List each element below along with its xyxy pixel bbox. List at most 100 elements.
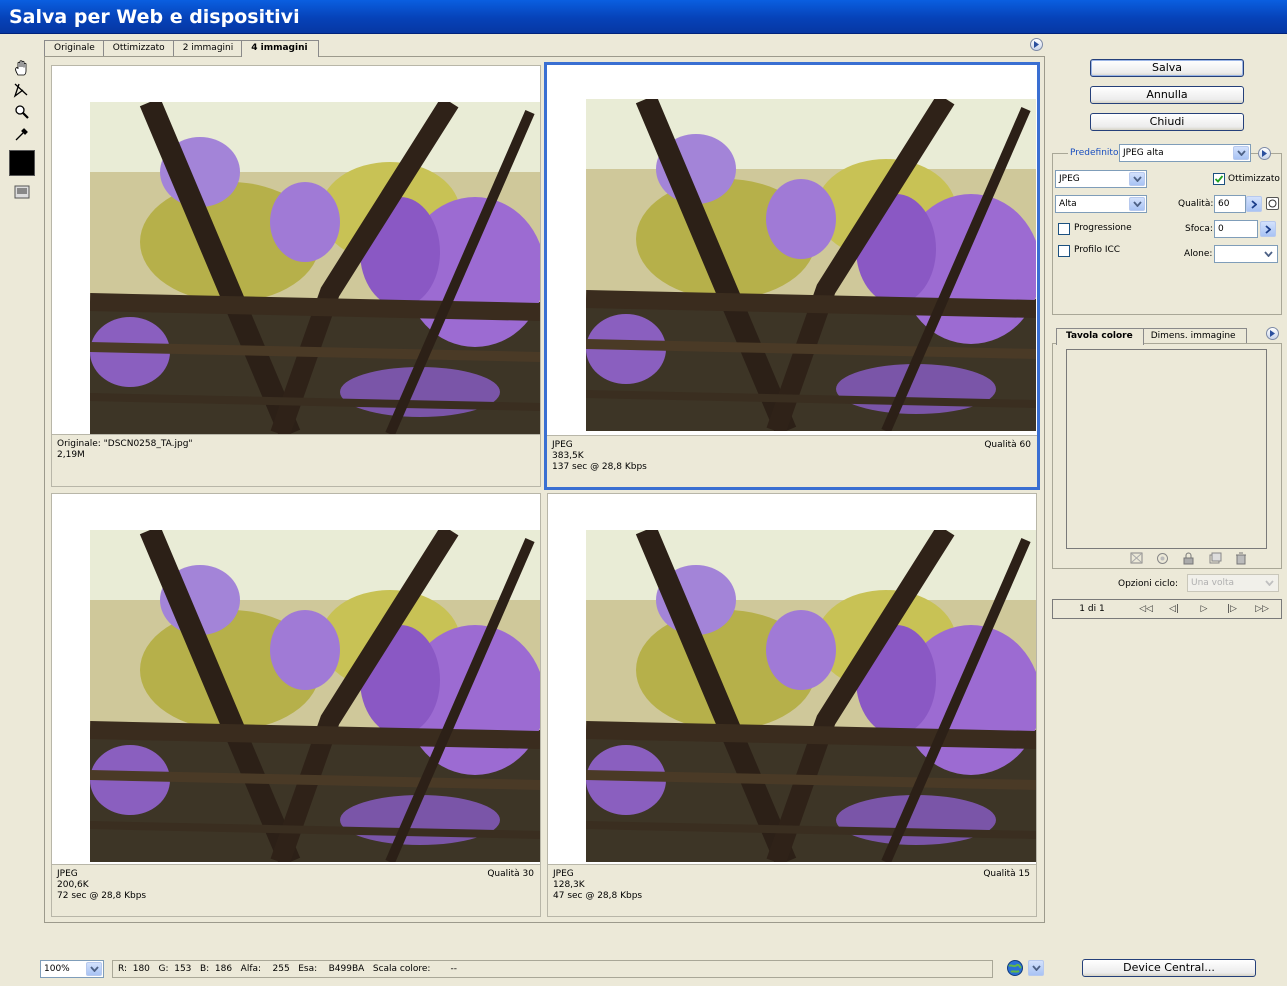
pane-format: JPEG (57, 869, 78, 879)
play-icon[interactable]: ▷ (1193, 602, 1215, 616)
frame-counter: 1 di 1 (1079, 604, 1105, 614)
wisteria-photo (586, 99, 1036, 431)
zoom-select[interactable]: 100% (40, 960, 104, 978)
wisteria-photo (90, 102, 540, 434)
close-button[interactable]: Chiudi (1090, 113, 1244, 131)
slice-select-tool-icon[interactable] (10, 80, 34, 100)
pane-download-time: 47 sec @ 28,8 Kbps (553, 891, 643, 901)
pane-download-time: 72 sec @ 28,8 Kbps (57, 891, 147, 901)
color-readout: R: 180 G: 153 B: 186 Alfa: 255 Esa: B499… (112, 960, 993, 978)
device-central-button[interactable]: Device Central... (1082, 959, 1256, 977)
preview-in-browser-icon[interactable] (1006, 959, 1024, 977)
checkmark-icon (1214, 175, 1224, 183)
previous-frame-icon[interactable]: ◁| (1163, 602, 1185, 616)
last-frame-icon[interactable]: ▷▷ (1251, 602, 1273, 616)
blur-input[interactable]: 0 (1214, 220, 1258, 238)
progressive-label: Progressione (1074, 223, 1132, 233)
new-color-icon[interactable] (1208, 552, 1222, 565)
blur-slider-arrow-icon[interactable] (1260, 221, 1276, 237)
quality-input[interactable]: 60 (1214, 195, 1246, 213)
loop-options-select: Una volta (1187, 574, 1279, 592)
pane-file-size: 128,3K (553, 880, 585, 890)
pane-info: Originale: "DSCN0258_TA.jpg" 2,19M (52, 434, 540, 486)
window-title: Salva per Web e dispositivi (9, 6, 300, 28)
color-table-toolbar (1130, 552, 1270, 566)
chevron-down-icon (1260, 247, 1276, 261)
first-frame-icon[interactable]: ◁◁ (1135, 602, 1157, 616)
pane-info: JPEG 200,6K 72 sec @ 28,8 Kbps Qualità 3… (52, 864, 540, 916)
eyedropper-color-swatch[interactable] (9, 150, 35, 176)
preview-pane-original[interactable]: Originale: "DSCN0258_TA.jpg" 2,19M (51, 65, 541, 487)
toggle-slices-icon[interactable] (10, 182, 34, 202)
tab-color-table[interactable]: Tavola colore (1056, 328, 1144, 345)
pane-info: JPEG 383,5K 137 sec @ 28,8 Kbps Qualità … (547, 435, 1037, 487)
tab-original[interactable]: Originale (44, 40, 106, 56)
tab-image-size[interactable]: Dimens. immagine (1140, 328, 1247, 344)
chevron-down-icon (1233, 146, 1249, 160)
preview-pane-optimized-1[interactable]: JPEG 383,5K 137 sec @ 28,8 Kbps Qualità … (544, 62, 1040, 490)
title-bar: Salva per Web e dispositivi (0, 0, 1287, 34)
wisteria-photo (90, 530, 540, 862)
preset-label: Predefinito: (1068, 148, 1124, 158)
cancel-button[interactable]: Annulla (1090, 86, 1244, 104)
quality-slider-arrow-icon[interactable] (1246, 196, 1262, 212)
optimized-checkbox[interactable] (1213, 173, 1225, 185)
matte-label: Alone: (1184, 249, 1213, 259)
chevron-down-icon (1129, 172, 1145, 186)
optimize-menu-icon[interactable] (1258, 147, 1271, 160)
pane-file-size: 383,5K (552, 451, 584, 461)
zoom-value: 100% (44, 964, 70, 974)
icc-profile-checkbox[interactable] (1058, 245, 1070, 257)
tab-2-up[interactable]: 2 immagini (172, 40, 245, 56)
file-format-value: JPEG (1059, 174, 1080, 184)
pane-quality: Qualità 30 (487, 869, 534, 879)
color-table-tabs: Tavola colore Dimens. immagine (1056, 328, 1247, 345)
color-table-swatches[interactable] (1066, 349, 1267, 549)
wisteria-photo (586, 530, 1036, 862)
pane-quality: Qualità 60 (984, 440, 1031, 450)
hand-tool-icon[interactable] (10, 58, 34, 78)
next-frame-icon[interactable]: |▷ (1221, 602, 1243, 616)
preset-select[interactable]: JPEG alta (1119, 144, 1251, 162)
eyedropper-tool-icon[interactable] (10, 124, 34, 144)
save-button[interactable]: Salva (1090, 59, 1244, 77)
view-tabs: Originale Ottimizzato 2 immagini 4 immag… (44, 40, 319, 57)
pane-format: JPEG (552, 440, 573, 450)
tab-4-up[interactable]: 4 immagini (241, 40, 319, 57)
quality-mask-icon[interactable] (1266, 197, 1279, 210)
chevron-down-icon (1261, 576, 1277, 590)
pane-info-line1: Originale: "DSCN0258_TA.jpg" (57, 439, 193, 449)
preview-menu-icon[interactable] (1030, 38, 1043, 51)
file-format-select[interactable]: JPEG (1055, 170, 1147, 188)
compression-quality-value: Alta (1059, 199, 1077, 209)
preview-pane-optimized-3[interactable]: JPEG 128,3K 47 sec @ 28,8 Kbps Qualità 1… (547, 493, 1037, 917)
quality-label: Qualità: (1178, 199, 1214, 209)
optimized-label: Ottimizzato (1228, 174, 1280, 184)
lock-color-icon[interactable] (1182, 552, 1196, 565)
preview-area: Originale: "DSCN0258_TA.jpg" 2,19M JPEG … (44, 56, 1045, 923)
icc-profile-label: Profilo ICC (1074, 245, 1121, 255)
web-snap-icon[interactable] (1156, 552, 1170, 565)
pane-download-time: 137 sec @ 28,8 Kbps (552, 462, 647, 472)
chevron-down-icon (86, 962, 102, 976)
preview-pane-optimized-2[interactable]: JPEG 200,6K 72 sec @ 28,8 Kbps Qualità 3… (51, 493, 541, 917)
zoom-tool-icon[interactable] (10, 102, 34, 122)
pane-file-size: 200,6K (57, 880, 89, 890)
browser-select-icon[interactable] (1028, 960, 1044, 976)
loop-options-label: Opzioni ciclo: (1118, 579, 1179, 589)
animation-controls: 1 di 1 ◁◁ ◁| ▷ |▷ ▷▷ (1052, 599, 1282, 619)
map-transparency-icon[interactable] (1130, 552, 1144, 565)
preset-value: JPEG alta (1123, 148, 1164, 158)
progressive-checkbox[interactable] (1058, 223, 1070, 235)
toolbox (8, 58, 38, 208)
trash-icon[interactable] (1234, 552, 1248, 565)
tab-optimized[interactable]: Ottimizzato (102, 40, 176, 56)
color-table-menu-icon[interactable] (1266, 327, 1279, 340)
compression-quality-select[interactable]: Alta (1055, 195, 1147, 213)
chevron-down-icon (1129, 197, 1145, 211)
pane-quality: Qualità 15 (983, 869, 1030, 879)
pane-info-line2: 2,19M (57, 450, 85, 460)
pane-info: JPEG 128,3K 47 sec @ 28,8 Kbps Qualità 1… (548, 864, 1036, 916)
pane-format: JPEG (553, 869, 574, 879)
matte-select[interactable] (1214, 245, 1278, 263)
